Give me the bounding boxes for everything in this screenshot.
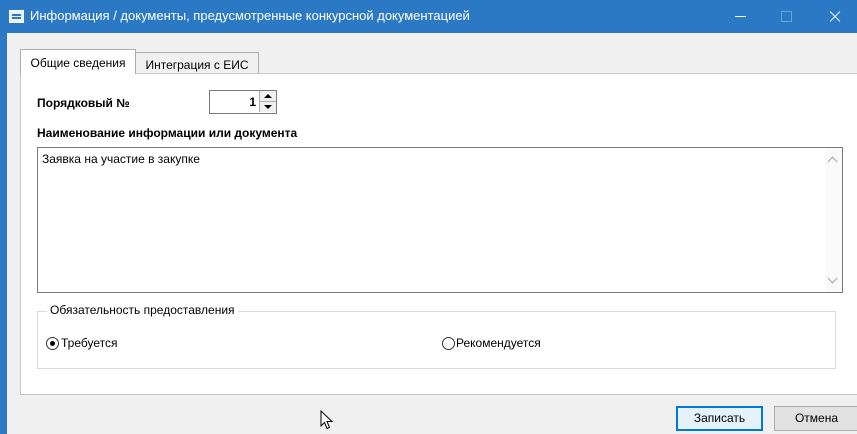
requirement-group: Обязательность предоставления (37, 303, 836, 369)
increment-icon[interactable] (259, 91, 276, 102)
form-window-icon (9, 10, 24, 23)
tab-eis-integration-label: Интеграция с ЕИС (145, 58, 249, 72)
tab-general-info-label: Общие сведения (30, 56, 126, 70)
required-radio[interactable] (46, 337, 59, 350)
window-border (0, 33, 7, 434)
scroll-up-icon[interactable] (827, 156, 838, 167)
save-button[interactable]: Записать (676, 406, 763, 431)
tab-general-info[interactable]: Общие сведения (20, 49, 136, 74)
number-stepper[interactable]: 1 (209, 90, 277, 114)
textarea-scrollbar[interactable] (825, 148, 842, 292)
scroll-down-icon[interactable] (827, 273, 838, 284)
window-title: Информация / документы, предусмотренные … (30, 8, 470, 23)
number-label: Порядковый № (37, 96, 130, 110)
number-value[interactable]: 1 (249, 95, 256, 109)
recommended-radio[interactable] (442, 337, 455, 350)
mouse-pointer-icon (320, 410, 334, 430)
minimize-icon[interactable] (718, 0, 764, 33)
decrement-icon[interactable] (259, 102, 276, 112)
required-label[interactable]: Требуется (61, 336, 117, 350)
requirement-group-title: Обязательность предоставления (47, 303, 238, 317)
tab-eis-integration[interactable]: Интеграция с ЕИС (135, 52, 259, 75)
name-textarea[interactable]: Заявка на участие в закупке (37, 147, 843, 293)
radio-selected-dot (50, 341, 55, 346)
name-label: Наименование информации или документа (37, 126, 298, 140)
close-icon[interactable] (811, 0, 857, 33)
title-bar: Информация / документы, предусмотренные … (0, 0, 857, 33)
name-text[interactable]: Заявка на участие в закупке (42, 152, 200, 166)
cancel-button[interactable]: Отмена (774, 406, 857, 431)
maximize-icon[interactable] (764, 0, 810, 33)
recommended-label[interactable]: Рекомендуется (456, 336, 541, 350)
